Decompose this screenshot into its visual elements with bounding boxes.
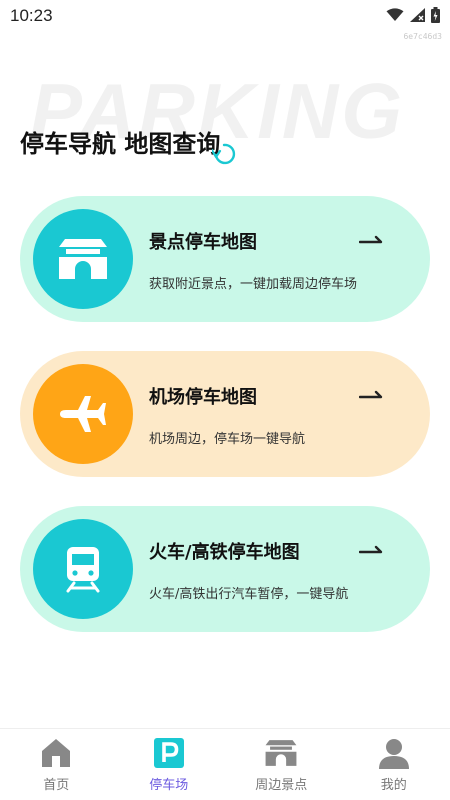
arrow-right-icon bbox=[359, 390, 383, 399]
card-icon-circle bbox=[33, 364, 133, 464]
status-icons bbox=[386, 7, 440, 23]
card-scenic-parking[interactable]: 景点停车地图 获取附近景点，一键加载周边停车场 bbox=[20, 196, 430, 322]
card-title: 机场停车地图 bbox=[149, 387, 257, 408]
status-time: 10:23 bbox=[10, 6, 53, 25]
card-title: 景点停车地图 bbox=[149, 232, 257, 253]
arrow-right-icon bbox=[359, 235, 383, 244]
card-title: 火车/高铁停车地图 bbox=[149, 542, 300, 563]
status-bar: 10:23 bbox=[0, 0, 450, 32]
arrow-right-icon bbox=[359, 545, 383, 554]
card-icon-circle bbox=[33, 209, 133, 309]
tab-home[interactable]: 首页 bbox=[0, 729, 113, 800]
airplane-icon bbox=[60, 396, 106, 432]
tab-nearby-scenic[interactable]: 周边景点 bbox=[225, 729, 338, 800]
wifi-icon bbox=[386, 8, 404, 21]
signal-icon bbox=[410, 8, 425, 22]
tab-label: 我的 bbox=[380, 778, 407, 793]
card-subtitle: 获取附近景点，一键加载周边停车场 bbox=[149, 277, 358, 292]
train-icon bbox=[66, 547, 100, 593]
person-icon bbox=[378, 739, 409, 769]
refresh-icon bbox=[212, 143, 236, 165]
tab-label: 停车场 bbox=[149, 778, 189, 793]
home-icon bbox=[42, 739, 71, 767]
gate-icon bbox=[59, 239, 107, 279]
build-id: 6e7c46d3 bbox=[403, 32, 442, 41]
card-airport-parking[interactable]: 机场停车地图 机场周边，停车场一键导航 bbox=[20, 351, 430, 477]
gate-icon bbox=[265, 740, 297, 766]
tab-parking[interactable]: 停车场 bbox=[113, 729, 226, 800]
card-subtitle: 机场周边，停车场一键导航 bbox=[149, 432, 306, 447]
parking-icon bbox=[153, 738, 184, 768]
bottom-tab-bar: 首页 停车场 周边景点 我的 bbox=[0, 728, 450, 800]
tab-label: 周边景点 bbox=[255, 778, 308, 793]
card-subtitle: 火车/高铁出行汽车暂停，一键导航 bbox=[149, 587, 349, 602]
battery-icon bbox=[431, 7, 440, 23]
page-title: 停车导航 地图查询 bbox=[20, 130, 221, 158]
card-icon-circle bbox=[33, 519, 133, 619]
tab-mine[interactable]: 我的 bbox=[338, 729, 450, 800]
tab-label: 首页 bbox=[43, 778, 70, 793]
card-train-parking[interactable]: 火车/高铁停车地图 火车/高铁出行汽车暂停，一键导航 bbox=[20, 506, 430, 632]
